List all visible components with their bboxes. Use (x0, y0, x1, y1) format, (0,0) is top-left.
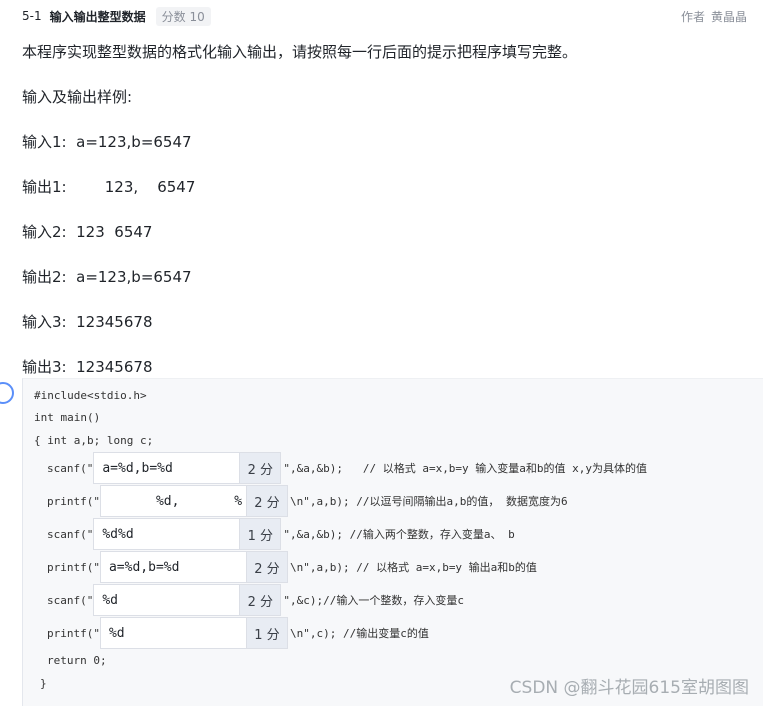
code-prefix: printf(" (47, 626, 100, 640)
code-suffix: \n",c); //输出变量c的值 (289, 627, 429, 640)
code-suffix: ",&a,&b); //输入两个整数，存入变量a、 b (283, 528, 515, 541)
fill-blank-row: printf(" a=%d,b=%d 2 分 \n",a,b); // 以格式 … (47, 550, 537, 584)
blank-input[interactable]: %d, % (99, 485, 246, 517)
code-prefix: printf(" (47, 494, 100, 508)
blank-score: 2 分 (239, 584, 282, 616)
fill-blank-row: scanf(" %d 2 分 ",&c);//输入一个整数，存入变量c (47, 583, 464, 617)
blank-score: 2 分 (245, 485, 288, 517)
question-header: 5-1 输入输出整型数据 分数 10 作者 黄晶晶 (22, 6, 747, 26)
question-title: 输入输出整型数据 (49, 9, 146, 24)
fill-blank-row: scanf(" %d%d 1 分 ",&a,&b); //输入两个整数，存入变量… (47, 517, 515, 551)
code-suffix: \n",a,b); //以逗号间隔输出a,b的值， 数据宽度为6 (289, 495, 568, 508)
code-prefix: scanf(" (47, 461, 94, 475)
author-name: 黄晶晶 (710, 9, 747, 24)
blank-input[interactable]: %d (99, 617, 246, 649)
sample-line: 输出2: a=123,b=6547 (22, 268, 192, 286)
code-suffix: ",&a,&b); // 以格式 a=x,b=y 输入变量a和b的值 x,y为具… (283, 462, 648, 475)
code-line: int main() (34, 411, 101, 424)
blank-input[interactable]: a=%d,b=%d (93, 452, 240, 484)
blank-score: 1 分 (239, 518, 282, 550)
blank-input[interactable]: %d (93, 584, 240, 616)
code-prefix: printf(" (47, 560, 100, 574)
author-info: 作者 黄晶晶 (681, 8, 747, 25)
code-prefix: scanf(" (47, 527, 94, 541)
code-line: { int a,b; long c; (34, 434, 154, 447)
blank-input[interactable]: %d%d (93, 518, 240, 550)
watermark: CSDN @翻斗花园615室胡图图 (509, 678, 749, 698)
fill-blank-row: printf(" %d 1 分 \n",c); //输出变量c的值 (47, 616, 429, 650)
blank-input[interactable]: a=%d,b=%d (99, 551, 246, 583)
question-number: 5-1 (22, 9, 42, 23)
blank-score: 1 分 (245, 617, 288, 649)
fill-blank-row: scanf(" a=%d,b=%d 2 分 ",&a,&b); // 以格式 a… (47, 451, 647, 485)
code-line: return 0; (47, 654, 107, 667)
sample-heading: 输入及输出样例: (22, 88, 133, 106)
sample-line: 输入2: 123 6547 (22, 223, 153, 241)
sample-line: 输出3: 12345678 (22, 358, 153, 376)
description-intro: 本程序实现整型数据的格式化输入输出，请按照每一行后面的提示把程序填写完整。 (22, 43, 578, 61)
blank-score: 2 分 (245, 551, 288, 583)
sample-line: 输出1: 123, 6547 (22, 178, 196, 196)
fill-blank-row: printf(" %d, % 2 分 \n",a,b); //以逗号间隔输出a,… (47, 484, 568, 518)
blank-score: 2 分 (239, 452, 282, 484)
code-suffix: ",&c);//输入一个整数，存入变量c (283, 594, 464, 607)
status-circle-icon (0, 382, 14, 404)
code-prefix: scanf(" (47, 593, 94, 607)
sample-line: 输入1: a=123,b=6547 (22, 133, 192, 151)
code-line: } (40, 677, 47, 690)
code-line: #include<stdio.h> (34, 389, 147, 402)
code-suffix: \n",a,b); // 以格式 a=x,b=y 输出a和b的值 (289, 561, 537, 574)
author-label: 作者 (680, 9, 705, 24)
score-badge: 分数 10 (155, 6, 211, 26)
sample-line: 输入3: 12345678 (22, 313, 153, 331)
